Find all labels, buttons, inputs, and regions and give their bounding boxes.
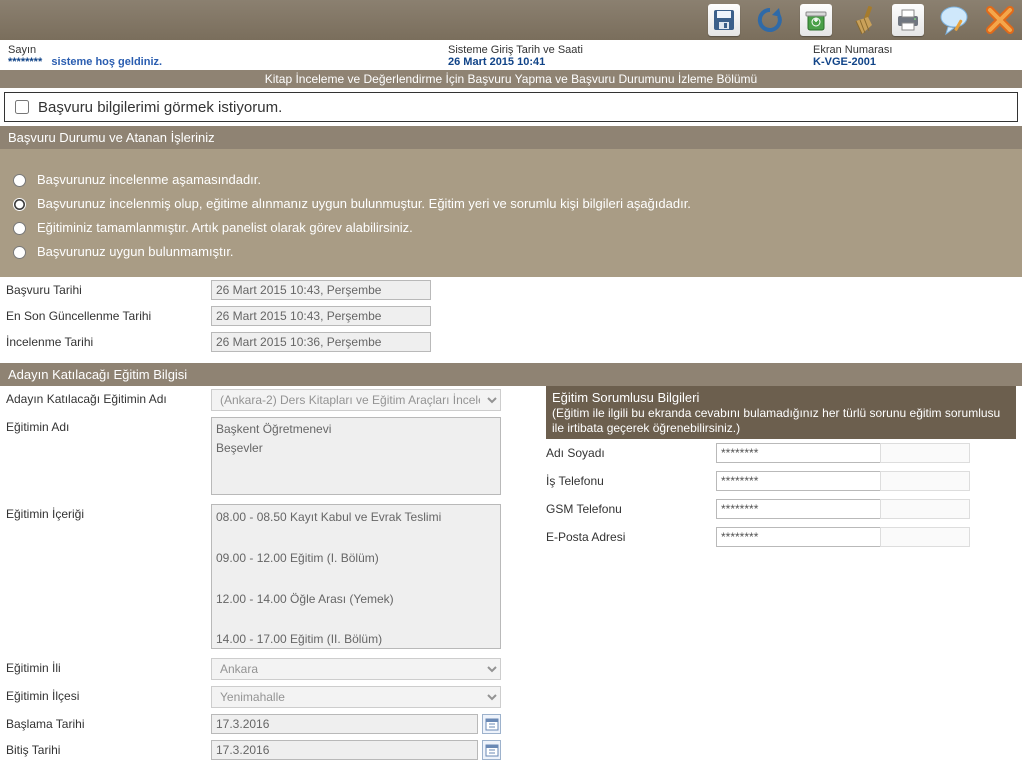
print-icon[interactable]	[892, 4, 924, 36]
status-radio-3[interactable]	[13, 246, 26, 259]
sayin-value: ********	[8, 56, 42, 68]
resp-gsm-field	[716, 499, 881, 519]
toolbar	[0, 0, 1022, 40]
view-application-checkbox-row: Başvuru bilgilerimi görmek istiyorum.	[4, 92, 1018, 122]
login-time-label: Sisteme Giriş Tarih ve Saati	[448, 44, 813, 56]
login-time-value: 26 Mart 2015 10:41	[448, 56, 813, 68]
responsible-header: Eğitim Sorumlusu Bilgileri (Eğitim ile i…	[546, 386, 1016, 439]
status-option-2: Eğitiminiz tamamlanmıştır. Artık panelis…	[37, 220, 413, 235]
close-icon[interactable]	[984, 4, 1016, 36]
view-application-checkbox[interactable]	[15, 100, 29, 114]
egitim-name-textarea: Başkent Öğretmenevi Beşevler	[211, 417, 501, 495]
responsible-subtitle: (Eğitim ile ilgili bu ekranda cevabını b…	[552, 406, 1000, 435]
ilce-label: Eğitimin İlçesi	[6, 686, 211, 703]
enson-label: En Son Güncellenme Tarihi	[6, 306, 211, 323]
save-icon[interactable]	[708, 4, 740, 36]
responsible-title: Eğitim Sorumlusu Bilgileri	[552, 390, 699, 405]
incelenme-field	[211, 332, 431, 352]
page-title: Kitap İnceleme ve Değerlendirme İçin Baş…	[0, 70, 1022, 88]
refresh-icon[interactable]	[754, 4, 786, 36]
egitim-icerik-label: Eğitimin İçeriği	[6, 504, 211, 521]
status-options: Başvurunuz incelenme aşamasındadır. Başv…	[0, 149, 1022, 277]
status-radio-1[interactable]	[13, 198, 26, 211]
bitis-field	[211, 740, 478, 760]
resp-ad-field	[716, 443, 881, 463]
resp-email-label: E-Posta Adresi	[546, 530, 716, 544]
status-section-header: Başvuru Durumu ve Atanan İşleriniz	[0, 126, 1022, 149]
calendar-icon[interactable]	[482, 714, 501, 734]
bitis-label: Bitiş Tarihi	[6, 740, 211, 757]
sayin-label: Sayın	[8, 44, 448, 56]
status-option-1: Başvurunuz incelenmiş olup, eğitime alın…	[37, 196, 691, 211]
resp-istel-label: İş Telefonu	[546, 474, 716, 488]
egitim-name-label: Eğitimin Adı	[6, 417, 211, 434]
broom-icon[interactable]	[846, 4, 878, 36]
egitim-adi-label: Adayın Katılacağı Eğitimin Adı	[6, 389, 211, 406]
chat-icon[interactable]	[938, 4, 970, 36]
incelenme-label: İncelenme Tarihi	[6, 332, 211, 349]
il-select[interactable]: Ankara	[211, 658, 501, 680]
calendar-icon[interactable]	[482, 740, 501, 760]
baslama-label: Başlama Tarihi	[6, 714, 211, 731]
ilce-select[interactable]: Yenimahalle	[211, 686, 501, 708]
egitim-adi-select[interactable]: (Ankara-2) Ders Kitapları ve Eğitim Araç…	[211, 389, 501, 411]
il-label: Eğitimin İli	[6, 658, 211, 675]
resp-gsm-label: GSM Telefonu	[546, 502, 716, 516]
status-radio-0[interactable]	[13, 174, 26, 187]
basvuru-tarihi-label: Başvuru Tarihi	[6, 280, 211, 297]
resp-istel-field	[716, 471, 881, 491]
screen-number-label: Ekran Numarası	[813, 44, 1014, 56]
baslama-field	[211, 714, 478, 734]
egitim-icerik-textarea: 08.00 - 08.50 Kayıt Kabul ve Evrak Tesli…	[211, 504, 501, 649]
training-section-header: Adayın Katılacağı Eğitim Bilgisi	[0, 363, 1022, 386]
resp-ad-label: Adı Soyadı	[546, 446, 716, 460]
status-radio-2[interactable]	[13, 222, 26, 235]
status-option-0: Başvurunuz incelenme aşamasındadır.	[37, 172, 261, 187]
enson-field	[211, 306, 431, 326]
welcome-text: sisteme hoş geldiniz.	[51, 56, 162, 68]
basvuru-tarihi-field	[211, 280, 431, 300]
status-option-3: Başvurunuz uygun bulunmamıştır.	[37, 244, 234, 259]
resp-email-field	[716, 527, 881, 547]
view-application-label: Başvuru bilgilerimi görmek istiyorum.	[38, 99, 282, 116]
screen-number-value: K-VGE-2001	[813, 56, 1014, 68]
top-info-bar: Sayın ******** sisteme hoş geldiniz. Sis…	[0, 40, 1022, 70]
recycle-icon[interactable]	[800, 4, 832, 36]
